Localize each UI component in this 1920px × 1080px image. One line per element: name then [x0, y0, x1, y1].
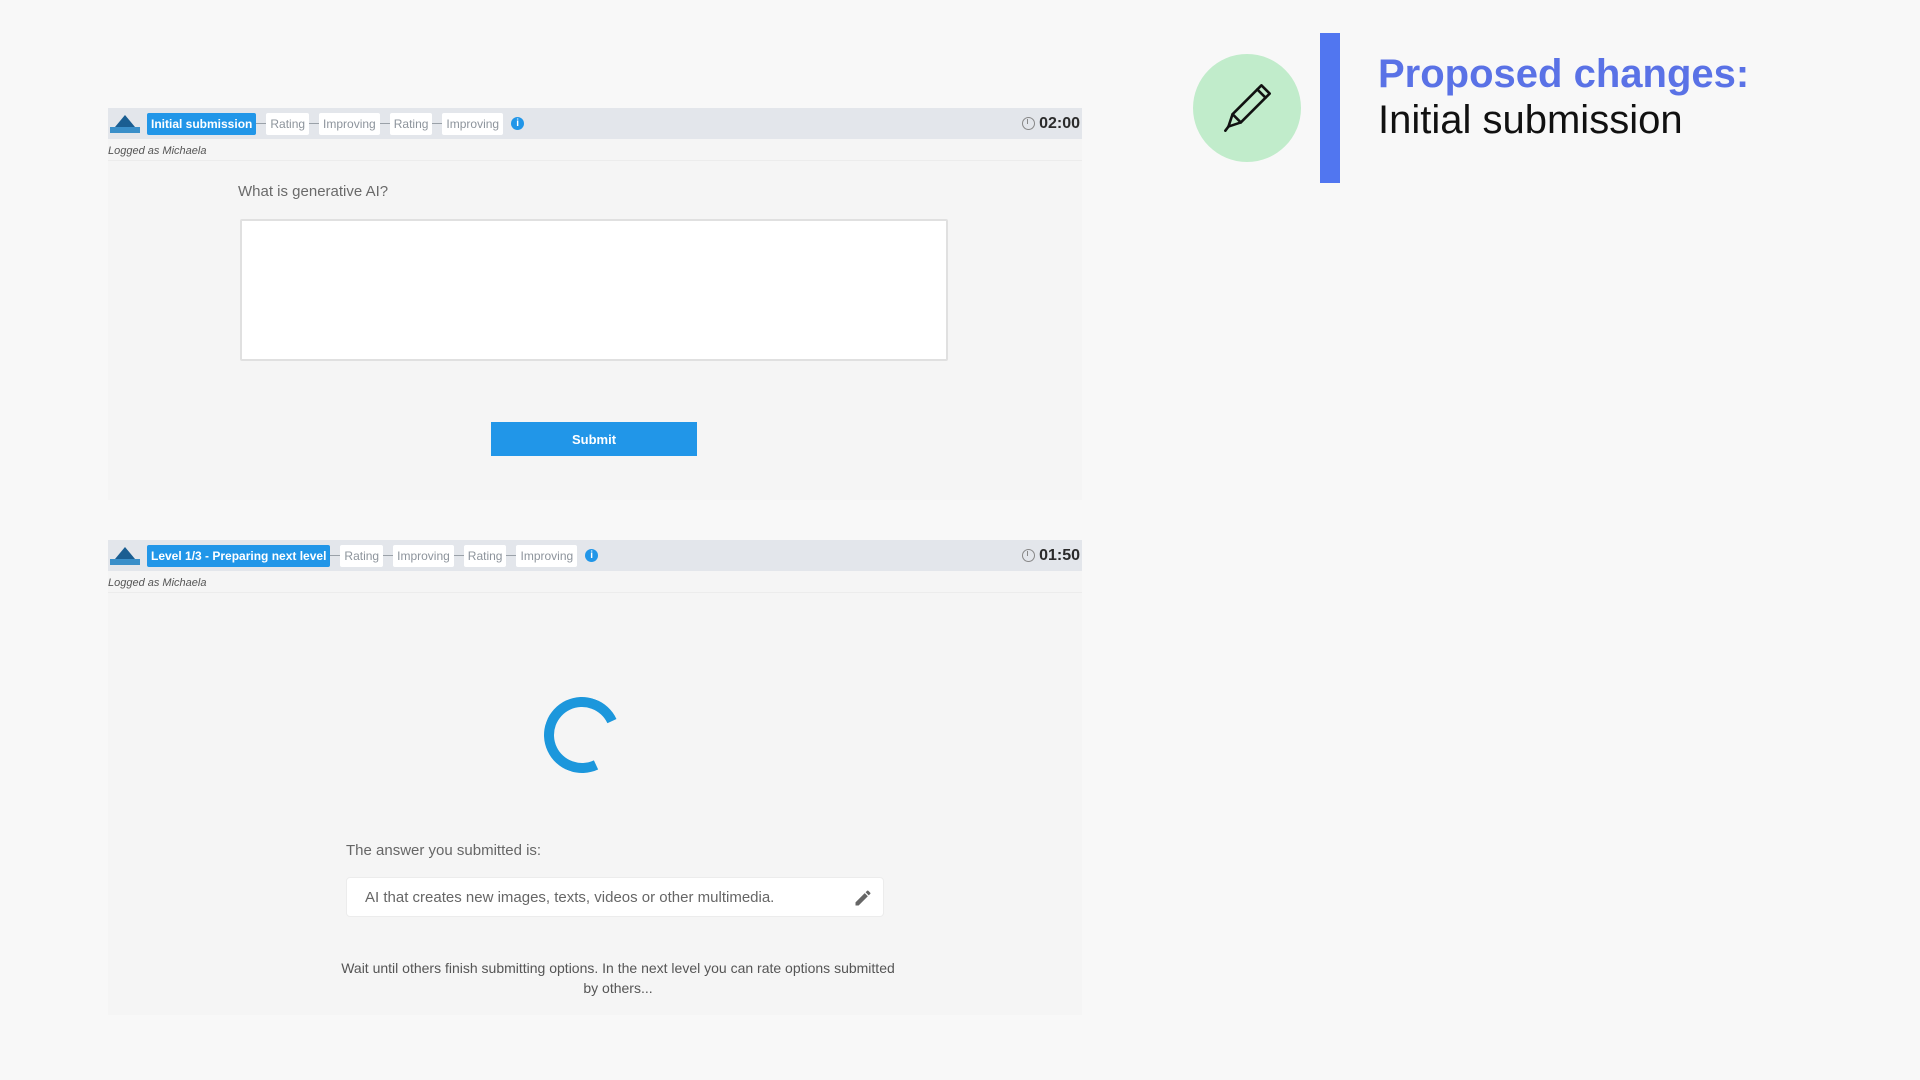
step-list: Initial submission Rating Improving Rati… [147, 112, 525, 135]
step-improving: Improving [516, 544, 578, 567]
step-rating: Rating [463, 544, 507, 567]
slide-subtitle: Initial submission [1378, 98, 1683, 142]
pencil-icon [1224, 84, 1271, 132]
slide-title: Proposed changes: [1378, 52, 1750, 96]
timer: 02:00 [1022, 108, 1080, 139]
step-rating: Rating [266, 112, 310, 135]
app-logo [110, 114, 140, 133]
clock-icon [1022, 117, 1036, 130]
step-level-preparing: Level 1/3 - Preparing next level [147, 544, 331, 567]
waiting-panel: Level 1/3 - Preparing next level Rating … [108, 540, 1082, 1015]
pencil-icon[interactable] [853, 888, 873, 908]
step-improving: Improving [393, 544, 454, 567]
question-text: What is generative AI? [238, 183, 389, 200]
logged-as-label: Logged as Michaela [108, 577, 207, 589]
submitted-answer-text: AI that creates new images, texts, video… [365, 889, 775, 906]
step-rating: Rating [340, 544, 384, 567]
timer-value: 02:00 [1039, 114, 1080, 132]
submit-button[interactable]: Submit [491, 422, 697, 456]
step-list: Level 1/3 - Preparing next level Rating … [147, 544, 599, 567]
timer-value: 01:50 [1039, 546, 1080, 564]
info-icon[interactable]: i [585, 549, 599, 562]
initial-submission-panel: Initial submission Rating Improving Rati… [108, 108, 1082, 500]
timer: 01:50 [1022, 540, 1080, 571]
progress-bar: Initial submission Rating Improving Rati… [108, 108, 1082, 139]
step-rating: Rating [389, 112, 433, 135]
step-initial-submission: Initial submission [147, 112, 257, 135]
progress-bar: Level 1/3 - Preparing next level Rating … [108, 540, 1082, 571]
step-improving: Improving [319, 112, 380, 135]
wait-message: Wait until others finish submitting opti… [341, 960, 895, 996]
app-logo [110, 546, 140, 565]
info-icon[interactable]: i [511, 117, 525, 130]
accent-bar [1320, 33, 1340, 183]
pencil-badge [1193, 54, 1301, 162]
step-improving: Improving [442, 112, 504, 135]
submitted-answer-box: AI that creates new images, texts, video… [346, 877, 884, 917]
answer-textarea[interactable] [240, 219, 948, 361]
loading-spinner-icon [533, 686, 631, 784]
logged-as-label: Logged as Michaela [108, 145, 207, 157]
submitted-answer-label: The answer you submitted is: [346, 842, 542, 859]
clock-icon [1022, 549, 1036, 562]
